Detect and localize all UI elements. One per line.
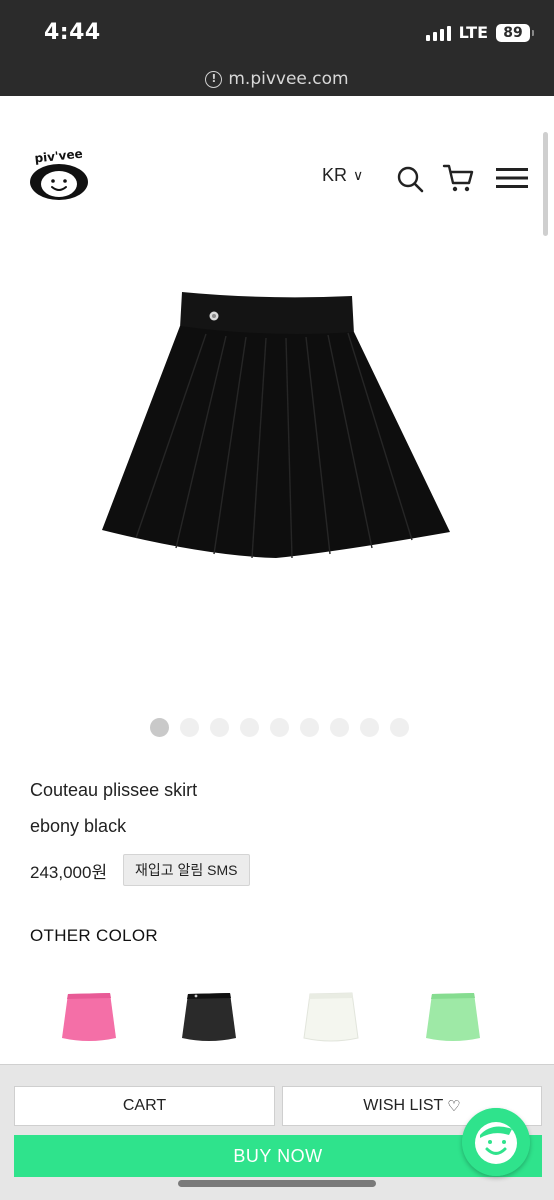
image-pagination [150, 718, 409, 737]
logo-text: piv'vee [34, 147, 84, 166]
chevron-down-icon: ∨ [353, 167, 364, 183]
language-selector[interactable]: KR ∨ [322, 165, 363, 186]
url-text[interactable]: m.pivvee.com [228, 69, 348, 89]
pagination-dot[interactable] [390, 718, 409, 737]
status-time: 4:44 [44, 20, 101, 45]
pagination-dot[interactable] [210, 718, 229, 737]
buy-now-button-label: BUY NOW [233, 1145, 323, 1166]
product-name: Couteau plissee skirt [30, 780, 198, 800]
product-price: 243,000원 [30, 863, 108, 882]
search-icon[interactable] [396, 165, 424, 193]
swatch-white[interactable] [298, 988, 364, 1044]
pagination-dot[interactable] [240, 718, 259, 737]
chat-smiley-icon[interactable] [462, 1108, 530, 1176]
status-indicators: LTE 89 [425, 23, 534, 42]
signal-icon [425, 25, 451, 41]
pagination-dot[interactable] [330, 718, 349, 737]
battery-icon: 89 [496, 23, 534, 42]
swatch-pink[interactable] [56, 988, 122, 1044]
pagination-dot[interactable] [150, 718, 169, 737]
product-image-skirt[interactable] [96, 282, 456, 572]
cart-icon[interactable] [442, 163, 474, 193]
heart-icon: ♡ [447, 1098, 461, 1115]
scrollbar-thumb[interactable] [543, 132, 548, 236]
pagination-dot[interactable] [180, 718, 199, 737]
other-color-title: OTHER COLOR [30, 926, 158, 945]
swatch-mint[interactable] [420, 988, 486, 1044]
wish-list-button-label: WISH LIST [363, 1097, 444, 1114]
restock-sms-button[interactable]: 재입고 알림 SMS [123, 854, 250, 886]
language-label: KR [322, 165, 348, 185]
cart-button-label: CART [122, 1097, 167, 1114]
home-indicator [178, 1180, 376, 1187]
url-bar[interactable]: ! m.pivvee.com [0, 62, 554, 96]
info-icon[interactable]: ! [205, 70, 223, 88]
pivvee-logo[interactable]: piv'vee [26, 144, 92, 202]
network-label: LTE [458, 23, 488, 42]
battery-level: 89 [503, 24, 523, 41]
product-color-name: ebony black [30, 816, 127, 836]
swatch-black[interactable] [176, 988, 242, 1044]
pagination-dot[interactable] [360, 718, 379, 737]
cart-button[interactable]: CART [14, 1086, 275, 1126]
pagination-dot[interactable] [270, 718, 289, 737]
pagination-dot[interactable] [300, 718, 319, 737]
hamburger-menu-icon[interactable] [496, 167, 528, 189]
status-bar: 4:44 LTE 89 [0, 0, 554, 62]
